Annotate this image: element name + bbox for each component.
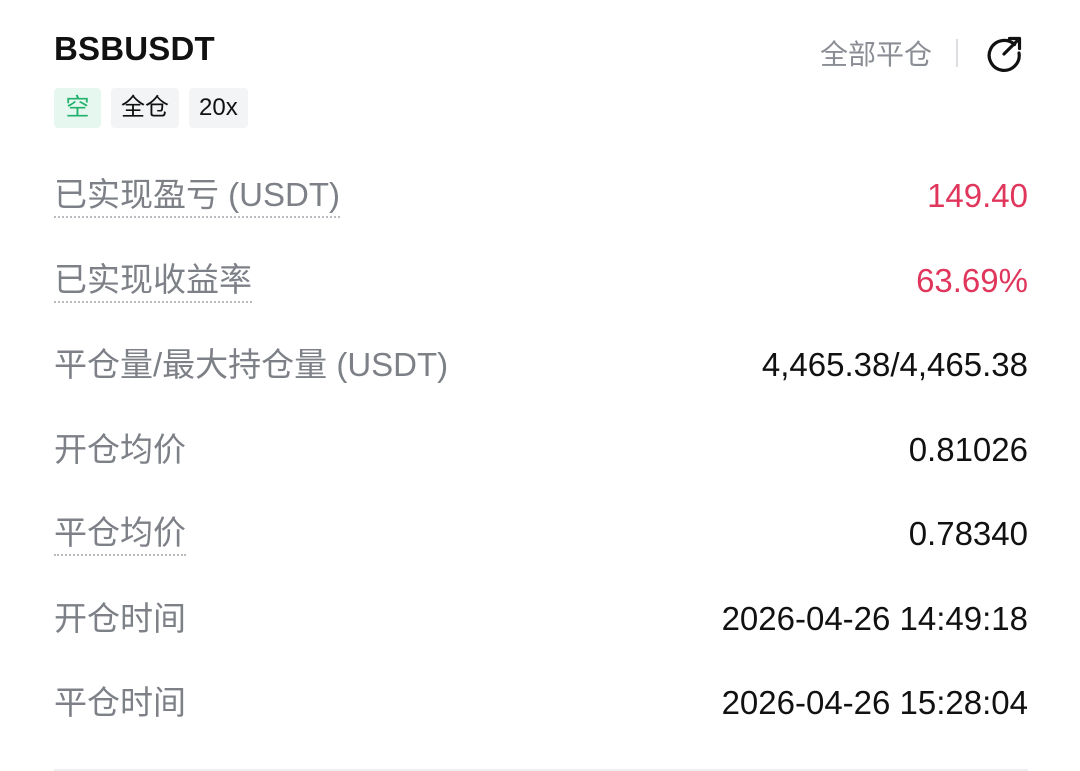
open-time-value: 2026-04-26 14:49:18	[721, 599, 1028, 637]
header-actions: 全部平仓	[820, 26, 1028, 80]
detail-row-close-volume: 平仓量/最大持仓量 (USDT) 4,465.38/4,465.38	[54, 325, 1028, 410]
detail-row-realized-roi: 已实现收益率 63.69%	[54, 241, 1028, 326]
realized-roi-label[interactable]: 已实现收益率	[54, 259, 252, 303]
action-divider	[956, 39, 958, 67]
symbol-title: BSBUSDT	[54, 30, 215, 67]
realized-roi-value: 63.69%	[916, 261, 1028, 299]
close-all-button[interactable]: 全部平仓	[820, 33, 932, 73]
detail-row-entry-price: 开仓均价 0.81026	[54, 410, 1028, 495]
realized-pnl-label[interactable]: 已实现盈亏 (USDT)	[54, 174, 340, 218]
open-time-label: 开仓时间	[54, 599, 186, 637]
detail-row-realized-pnl: 已实现盈亏 (USDT) 149.40	[54, 156, 1028, 241]
detail-row-close-time: 平仓时间 2026-04-26 15:28:04	[54, 663, 1028, 748]
position-tags: 空 全仓 20x	[54, 88, 248, 128]
details-list: 已实现盈亏 (USDT) 149.40 已实现收益率 63.69% 平仓量/最大…	[54, 156, 1028, 748]
close-time-value: 2026-04-26 15:28:04	[721, 684, 1028, 721]
leverage-tag: 20x	[189, 88, 248, 128]
detail-row-close-price: 平仓均价 0.78340	[54, 494, 1028, 579]
position-header: BSBUSDT 空 全仓 20x 全部平仓	[54, 26, 1028, 136]
close-price-value: 0.78340	[908, 515, 1028, 552]
side-tag: 空	[54, 88, 101, 128]
detail-row-open-time: 开仓时间 2026-04-26 14:49:18	[54, 579, 1028, 664]
entry-price-label: 开仓均价	[54, 430, 186, 468]
share-arrow-icon	[987, 36, 1022, 72]
close-volume-label: 平仓量/最大持仓量 (USDT)	[54, 346, 449, 383]
close-time-label: 平仓时间	[54, 684, 186, 721]
realized-pnl-value: 149.40	[927, 177, 1028, 214]
close-volume-value: 4,465.38/4,465.38	[761, 346, 1028, 383]
entry-price-value: 0.81026	[908, 430, 1028, 468]
margin-mode-tag: 全仓	[111, 88, 179, 128]
position-history-card: BSBUSDT 空 全仓 20x 全部平仓 已实现盈亏 (USDT) 149.4…	[54, 0, 1028, 771]
share-button[interactable]	[982, 30, 1028, 76]
close-price-label[interactable]: 平仓均价	[54, 512, 186, 556]
